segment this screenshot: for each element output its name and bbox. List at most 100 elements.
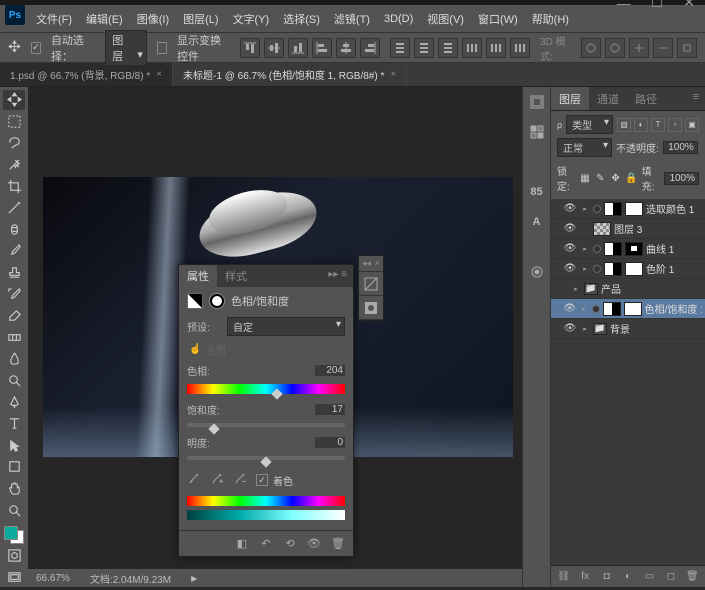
align-bottom-icon[interactable] (288, 38, 308, 58)
marquee-tool[interactable] (3, 112, 25, 132)
auto-select-checkbox[interactable] (31, 42, 41, 54)
lock-transparent-icon[interactable]: ▦ (579, 171, 590, 185)
menu-image[interactable]: 图像(I) (131, 8, 175, 30)
filter-type-select[interactable]: 类型 (566, 115, 613, 134)
stamp-tool[interactable] (3, 263, 25, 283)
menu-file[interactable]: 文件(F) (30, 8, 78, 30)
clip-icon[interactable]: ◧ (235, 537, 249, 551)
align-right-icon[interactable] (360, 38, 380, 58)
adjustments-shortcut-icon[interactable] (359, 272, 383, 296)
3d-pan-icon[interactable] (629, 38, 649, 58)
fill-value[interactable]: 100% (664, 172, 699, 185)
lock-pixels-icon[interactable]: ✎ (595, 171, 606, 185)
doc-tab-1[interactable]: 1.psd @ 66.7% (背景, RGB/8) *× (0, 63, 173, 86)
layers-list[interactable]: 👁▸ 选取颜色 1 👁 图层 3 👁▸ 曲线 1 👁▸ 色阶 1 ▸ (551, 199, 705, 565)
visibility-icon[interactable]: 👁 (563, 303, 576, 314)
foreground-color[interactable] (4, 526, 18, 540)
path-select-tool[interactable] (3, 436, 25, 456)
close-icon[interactable]: × (156, 69, 162, 80)
zoom-tool[interactable] (3, 500, 25, 520)
menu-layer[interactable]: 图层(L) (177, 8, 224, 30)
menu-view[interactable]: 视图(V) (421, 8, 470, 30)
edit-range-select[interactable]: 全图 (206, 342, 226, 357)
3d-zoom-icon[interactable] (677, 38, 697, 58)
delete-icon[interactable]: 🗑 (686, 570, 699, 584)
show-transform-checkbox[interactable] (157, 42, 167, 54)
menu-select[interactable]: 选择(S) (277, 8, 326, 30)
hue-slider[interactable] (187, 384, 345, 394)
mask-icon[interactable]: ◘ (600, 570, 613, 584)
layer-row-active[interactable]: 👁▸ 色相/饱和度 1 (551, 299, 705, 319)
filter-shape-icon[interactable]: ▫ (668, 118, 682, 132)
menu-type[interactable]: 文字(Y) (227, 8, 276, 30)
panel-menu-icon[interactable]: ≡ (687, 87, 705, 110)
lock-position-icon[interactable]: ✥ (610, 171, 621, 185)
blur-tool[interactable] (3, 349, 25, 369)
properties-panel[interactable]: 属性 样式 ▸▸ ≡ 色相/饱和度 预设: 自定 ☝ 全图 色相: 204 饱和… (178, 264, 354, 557)
screen-mode-tool[interactable] (3, 567, 25, 587)
layer-row[interactable]: 👁▸ 选取颜色 1 (551, 199, 705, 219)
visibility-icon[interactable]: 👁 (563, 243, 577, 254)
link-layers-icon[interactable]: ⛓ (557, 570, 570, 584)
align-top-icon[interactable] (240, 38, 260, 58)
filter-adjust-icon[interactable]: ◐ (634, 118, 648, 132)
visibility-icon[interactable]: 👁 (563, 263, 577, 274)
menu-edit[interactable]: 编辑(E) (80, 8, 129, 30)
eyedropper-icon[interactable] (187, 472, 200, 488)
history-icon[interactable] (527, 92, 547, 112)
align-left-icon[interactable] (312, 38, 332, 58)
adjustment-icon[interactable]: ◐ (621, 570, 634, 584)
toggle-visibility-icon[interactable]: 👁 (307, 537, 321, 551)
filter-type-icon[interactable]: T (651, 118, 665, 132)
brush-preset-icon[interactable] (527, 262, 547, 282)
prev-state-icon[interactable]: ↶ (259, 537, 273, 551)
gradient-tool[interactable] (3, 328, 25, 348)
colorize-checkbox[interactable] (256, 474, 268, 486)
collapse-icon[interactable]: ◂◂ (362, 258, 371, 269)
menu-help[interactable]: 帮助(H) (526, 8, 575, 30)
crop-tool[interactable] (3, 176, 25, 196)
layers-tab[interactable]: 图层 (551, 87, 589, 110)
wand-tool[interactable] (3, 155, 25, 175)
properties-tab[interactable]: 属性 (179, 265, 217, 287)
auto-select-target[interactable]: 图层 (105, 30, 147, 66)
hand-tool[interactable] (3, 479, 25, 499)
fx-icon[interactable]: fx (578, 570, 591, 584)
visibility-icon[interactable]: 👁 (563, 203, 577, 214)
menu-filter[interactable]: 滤镜(T) (328, 8, 376, 30)
doc-size[interactable]: 文档:2.04M/9.23M (90, 571, 171, 586)
history-brush-tool[interactable] (3, 284, 25, 304)
layer-row-group[interactable]: 👁▸ 背景 (551, 319, 705, 339)
paths-tab[interactable]: 路径 (627, 87, 665, 110)
eyedropper-tool[interactable] (3, 198, 25, 218)
preset-select[interactable]: 自定 (227, 317, 345, 336)
window-minimize[interactable]: — (617, 0, 631, 11)
heal-tool[interactable] (3, 220, 25, 240)
delete-adjust-icon[interactable]: 🗑 (331, 537, 345, 551)
lock-all-icon[interactable]: 🔒 (625, 171, 637, 185)
properties-menu-icon[interactable]: ▸▸ ≡ (322, 265, 353, 287)
eyedropper-sub-icon[interactable] (233, 472, 246, 488)
light-slider[interactable] (187, 456, 345, 460)
lasso-tool[interactable] (3, 133, 25, 153)
new-layer-icon[interactable]: ◻ (664, 570, 677, 584)
window-close[interactable]: ✕ (683, 0, 695, 11)
light-value[interactable]: 0 (315, 437, 345, 448)
layer-row[interactable]: 👁▸ 曲线 1 (551, 239, 705, 259)
swatches-icon[interactable] (527, 122, 547, 142)
strip-a-icon[interactable]: A (527, 212, 547, 232)
dist-left-icon[interactable] (462, 38, 482, 58)
type-tool[interactable] (3, 414, 25, 434)
dist-vcenter-icon[interactable] (414, 38, 434, 58)
dist-top-icon[interactable] (390, 38, 410, 58)
targeted-adjust-icon[interactable]: ☝ (189, 344, 201, 356)
properties-dock-strip[interactable]: ◂◂× (358, 255, 384, 321)
shape-tool[interactable] (3, 457, 25, 477)
align-hcenter-icon[interactable] (336, 38, 356, 58)
menu-3d[interactable]: 3D(D) (378, 10, 419, 28)
filter-smart-icon[interactable]: ▣ (685, 118, 699, 132)
close-icon[interactable]: × (390, 69, 396, 80)
layer-row-group[interactable]: ▸ 产品 (551, 279, 705, 299)
pen-tool[interactable] (3, 392, 25, 412)
color-swatches[interactable] (4, 526, 24, 544)
